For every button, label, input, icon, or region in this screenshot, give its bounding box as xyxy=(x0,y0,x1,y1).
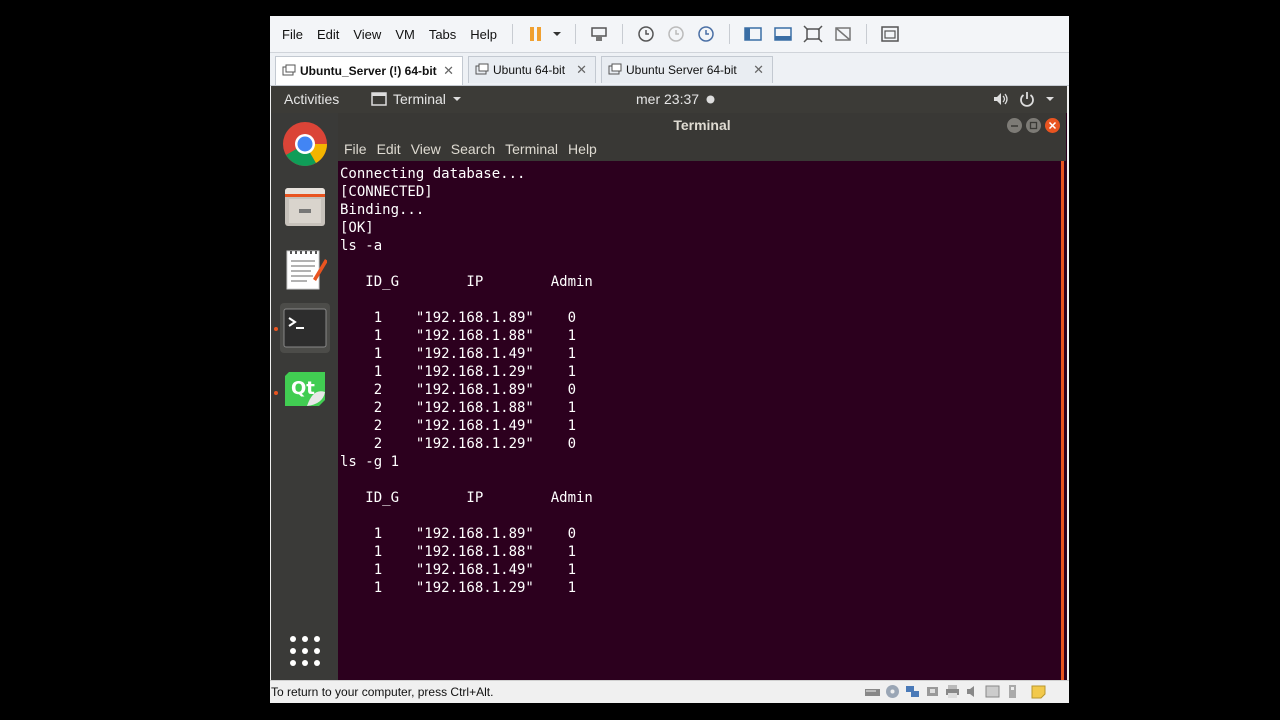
dock-qt-creator[interactable]: Qt xyxy=(280,365,330,415)
window-controls xyxy=(1007,118,1060,133)
svg-text:Qt: Qt xyxy=(291,378,315,399)
vm-menu-file[interactable]: File xyxy=(270,27,310,42)
terminal-menu-terminal[interactable]: Terminal xyxy=(500,141,563,157)
unity-icon[interactable] xyxy=(832,24,854,44)
toolbar-separator xyxy=(575,24,577,44)
snapshot-icon[interactable] xyxy=(635,24,657,44)
vm-menu-view[interactable]: View xyxy=(346,27,388,42)
vmware-tab-bar: Ubuntu_Server (!) 64-bit ✕ Ubuntu 64-bit… xyxy=(270,53,1069,86)
terminal-titlebar[interactable]: Terminal xyxy=(338,113,1066,137)
app-menu-label: Terminal xyxy=(393,91,446,107)
vm-menu-vm[interactable]: VM xyxy=(388,27,422,42)
close-button[interactable] xyxy=(1045,118,1060,133)
chevron-down-icon xyxy=(1046,97,1054,101)
usb-icon[interactable] xyxy=(924,684,941,699)
vmware-statusbar: To return to your computer, press Ctrl+A… xyxy=(270,680,1069,703)
status-message: To return to your computer, press Ctrl+A… xyxy=(271,685,494,699)
library-icon[interactable] xyxy=(879,24,901,44)
vm-tab-label: Ubuntu 64-bit xyxy=(493,63,566,77)
snapshot-manager-icon[interactable] xyxy=(695,24,717,44)
terminal-scrollbar[interactable] xyxy=(1061,161,1064,680)
qt-creator-icon: Qt xyxy=(285,372,325,406)
display-icon[interactable] xyxy=(984,684,1001,699)
sound-icon[interactable] xyxy=(964,684,981,699)
dock-files[interactable] xyxy=(280,182,330,232)
clock-label: mer 23:37 xyxy=(636,91,700,107)
device-icons xyxy=(864,684,1047,699)
toolbar-separator xyxy=(729,24,731,44)
guest-screen[interactable]: Activities Terminal mer 23:37 Qt Termina… xyxy=(271,86,1067,680)
terminal-output[interactable]: Connecting database... [CONNECTED] Bindi… xyxy=(340,165,1056,675)
close-icon xyxy=(1048,121,1057,130)
chevron-down-icon[interactable] xyxy=(551,24,563,44)
activities-button[interactable]: Activities xyxy=(284,91,339,107)
dock-terminal[interactable] xyxy=(280,303,330,353)
terminal-window[interactable]: Terminal File Edit View Search Terminal … xyxy=(338,113,1066,680)
dock-show-applications[interactable] xyxy=(280,626,330,676)
gnome-top-bar: Activities Terminal mer 23:37 xyxy=(271,86,1067,113)
toolbar-separator xyxy=(512,24,514,44)
volume-icon xyxy=(994,93,1008,105)
terminal-icon xyxy=(283,308,327,348)
vm-tab-ubuntu[interactable]: Ubuntu 64-bit ✕ xyxy=(468,56,596,83)
show-apps-icon xyxy=(290,636,320,666)
app-menu-terminal[interactable]: Terminal xyxy=(371,91,462,107)
terminal-menu-view[interactable]: View xyxy=(406,141,446,157)
system-tray[interactable] xyxy=(993,91,1055,107)
vm-icon xyxy=(475,63,489,75)
ubuntu-dock: Qt xyxy=(271,113,338,680)
text-editor-icon xyxy=(286,250,327,290)
close-icon[interactable]: ✕ xyxy=(753,62,764,78)
toolbar-separator xyxy=(866,24,868,44)
running-indicator xyxy=(274,327,278,331)
fullscreen-icon[interactable] xyxy=(802,24,824,44)
removable-device-icon[interactable] xyxy=(1004,684,1021,699)
clock[interactable]: mer 23:37 xyxy=(636,91,715,107)
vm-tab-label: Ubuntu_Server (!) 64-bit xyxy=(300,64,437,78)
vm-tab-label: Ubuntu Server 64-bit xyxy=(626,63,737,77)
message-log-icon[interactable] xyxy=(1030,684,1047,699)
power-icon xyxy=(1020,92,1034,107)
terminal-menu-search[interactable]: Search xyxy=(446,141,500,157)
dock-text-editor[interactable] xyxy=(280,244,330,294)
pause-icon[interactable] xyxy=(525,24,547,44)
terminal-app-icon xyxy=(371,92,387,106)
vm-icon xyxy=(608,63,622,75)
vm-menu-edit[interactable]: Edit xyxy=(310,27,346,42)
console-view-icon[interactable] xyxy=(772,24,794,44)
toolbar-separator xyxy=(622,24,624,44)
minimize-icon xyxy=(1011,125,1018,127)
terminal-menubar: File Edit View Search Terminal Help xyxy=(338,137,1066,161)
vm-menu-tabs[interactable]: Tabs xyxy=(422,27,463,42)
terminal-title: Terminal xyxy=(673,117,731,133)
running-indicator xyxy=(274,391,278,395)
notification-dot-icon xyxy=(706,95,715,104)
vm-icon xyxy=(282,64,296,76)
files-icon xyxy=(285,188,325,226)
vm-menu-help[interactable]: Help xyxy=(463,27,504,42)
maximize-icon xyxy=(1029,121,1038,130)
terminal-menu-help[interactable]: Help xyxy=(563,141,602,157)
close-icon[interactable]: ✕ xyxy=(443,63,454,79)
vmware-window: File Edit View VM Tabs Help Ubuntu_Serve… xyxy=(270,16,1069,703)
chevron-down-icon xyxy=(452,97,461,101)
hard-disk-icon[interactable] xyxy=(864,684,881,699)
network-icon[interactable] xyxy=(904,684,921,699)
printer-icon[interactable] xyxy=(944,684,961,699)
revert-snapshot-icon[interactable] xyxy=(665,24,687,44)
cd-drive-icon[interactable] xyxy=(884,684,901,699)
maximize-button[interactable] xyxy=(1026,118,1041,133)
terminal-menu-edit[interactable]: Edit xyxy=(372,141,406,157)
chrome-icon xyxy=(283,122,327,166)
vm-tab-ubuntu-server[interactable]: Ubuntu Server 64-bit ✕ xyxy=(601,56,773,83)
vmware-menubar: File Edit View VM Tabs Help xyxy=(270,16,1069,53)
dock-chrome[interactable] xyxy=(280,119,330,169)
send-ctrl-alt-del-icon[interactable] xyxy=(588,24,610,44)
minimize-button[interactable] xyxy=(1007,118,1022,133)
vm-tab-ubuntu-server-warning[interactable]: Ubuntu_Server (!) 64-bit ✕ xyxy=(275,56,463,85)
sidebar-icon[interactable] xyxy=(742,24,764,44)
terminal-menu-file[interactable]: File xyxy=(338,141,372,157)
close-icon[interactable]: ✕ xyxy=(576,62,587,78)
